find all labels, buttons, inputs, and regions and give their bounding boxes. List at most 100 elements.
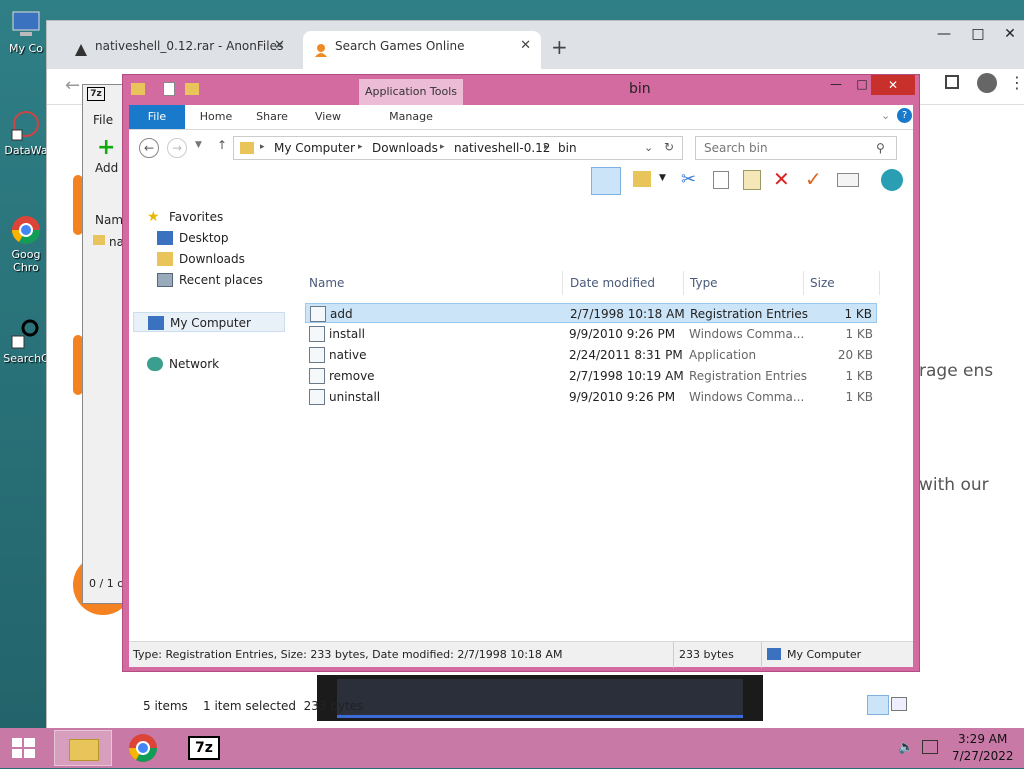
column-header-size[interactable]: Size [804, 271, 880, 295]
explorer-titlebar[interactable]: Application Tools bin — □ ✕ [123, 75, 919, 105]
close-window-button[interactable]: ✕ [871, 75, 915, 95]
details-view-icon[interactable] [867, 695, 889, 715]
file-row[interactable]: remove 2/7/1998 10:19 AM Registration En… [305, 366, 877, 386]
folder-icon [93, 235, 105, 245]
large-icons-view-icon[interactable] [891, 697, 907, 711]
help-icon[interactable]: ? [897, 108, 912, 123]
desktop-icon-label: DataWa [4, 144, 48, 157]
search-input[interactable]: Search bin [704, 141, 768, 155]
selection-info: 1 item selected 233 bytes [203, 699, 364, 713]
column-header-date[interactable]: Date modified [564, 271, 684, 295]
add-icon[interactable]: + [97, 135, 115, 160]
up-arrow-icon[interactable]: ↑ [217, 138, 227, 152]
column-header-name[interactable]: Name [303, 271, 563, 295]
context-tab-application-tools: Application Tools [359, 79, 463, 105]
nav-recent-places[interactable]: Recent places [157, 270, 263, 290]
sevenzip-menu-file[interactable]: File [93, 113, 113, 127]
chevron-right-icon: ▸ [358, 142, 363, 152]
ribbon-tab-share[interactable]: Share [247, 105, 297, 129]
sevenzip-add-label[interactable]: Add [95, 161, 118, 175]
profile-icon[interactable] [977, 73, 997, 93]
file-row[interactable]: add 2/7/1998 10:18 AM Registration Entri… [305, 303, 877, 323]
desktop-icon-my-computer[interactable]: My Co [2, 8, 50, 55]
paste-icon[interactable] [743, 170, 761, 190]
nav-desktop[interactable]: Desktop [157, 228, 229, 248]
file-name: native [329, 348, 367, 362]
file-row[interactable]: native 2/24/2011 8:31 PM Application 20 … [305, 345, 877, 365]
network-icon[interactable] [922, 740, 938, 754]
search-box[interactable]: Search bin ⚲ [695, 136, 897, 160]
preview-pane-icon[interactable] [591, 167, 621, 195]
breadcrumb-bin[interactable]: bin [558, 141, 577, 155]
file-date: 2/7/1998 10:19 AM [569, 369, 684, 383]
star-icon: ★ [147, 209, 160, 225]
nav-downloads[interactable]: Downloads [157, 249, 245, 269]
address-bar[interactable]: ▸ My Computer ▸ Downloads ▸ nativeshell-… [233, 136, 683, 160]
file-type: Application [689, 348, 757, 362]
file-row[interactable]: uninstall 9/9/2010 9:26 PM Windows Comma… [305, 387, 877, 407]
menu-dots-icon[interactable]: ⋮ [1009, 73, 1024, 92]
close-icon[interactable]: ✕ [520, 31, 531, 61]
clock-time[interactable]: 3:29 AM [958, 732, 1007, 746]
clock-date[interactable]: 7/27/2022 [952, 749, 1014, 763]
close-window-button[interactable]: ✕ [993, 21, 1024, 51]
file-row[interactable]: install 9/9/2010 9:26 PM Windows Comma..… [305, 324, 877, 344]
breadcrumb-my-computer[interactable]: My Computer [274, 141, 355, 155]
chrome-tab-search-games[interactable]: Search Games Online ✕ [303, 31, 541, 69]
maximize-button[interactable]: □ [961, 21, 995, 51]
globe-icon[interactable] [881, 169, 903, 191]
taskbar-chrome[interactable] [114, 730, 172, 766]
chrome-tabstrip: nativeshell_0.12.rar - AnonFiles ✕ Searc… [47, 21, 1024, 69]
desktop-icon-google-chrome[interactable]: Goog Chro [2, 214, 50, 274]
delete-icon[interactable]: ✕ [773, 167, 790, 191]
side-panel-icon[interactable] [945, 75, 959, 89]
taskbar-7zip[interactable]: 7z [176, 730, 234, 766]
file-size: 1 KB [844, 307, 872, 321]
copy-icon[interactable] [713, 171, 729, 189]
new-tab-button[interactable]: + [551, 35, 568, 59]
chevron-down-icon[interactable]: ▼ [659, 173, 666, 183]
desktop-icon-label: SearchC [3, 352, 49, 365]
properties-folder-icon[interactable] [633, 171, 651, 187]
search-icon[interactable]: ⚲ [876, 141, 885, 155]
nav-favorites[interactable]: ★ Favorites [147, 207, 223, 227]
chevron-down-icon[interactable]: ⌄ [644, 141, 653, 154]
minimize-button[interactable]: — [823, 77, 849, 97]
properties-icon[interactable] [163, 82, 175, 96]
new-folder-icon[interactable] [185, 83, 199, 95]
folder-icon [131, 83, 145, 95]
ribbon-tab-home[interactable]: Home [191, 105, 241, 129]
ribbon-tab-view[interactable]: View [303, 105, 353, 129]
window-title: bin [629, 81, 651, 97]
network-icon [147, 357, 163, 371]
close-icon[interactable]: ✕ [274, 31, 285, 61]
rename-icon[interactable] [837, 173, 859, 187]
desktop-icon-searchc[interactable]: SearchC [2, 318, 50, 365]
app-shortcut-icon [10, 318, 42, 350]
refresh-icon[interactable]: ↻ [664, 140, 674, 154]
column-header-type[interactable]: Type [684, 271, 804, 295]
breadcrumb-nativeshell[interactable]: nativeshell-0.12 [454, 141, 550, 155]
nav-label: My Computer [170, 316, 251, 330]
volume-muted-icon[interactable]: 🔈 [898, 740, 914, 755]
back-arrow-icon[interactable]: ← [65, 75, 80, 96]
desktop-icon-datawa[interactable]: DataWa [2, 110, 50, 157]
breadcrumb-downloads[interactable]: Downloads [372, 141, 438, 155]
back-button[interactable]: ← [139, 138, 159, 158]
checkmark-icon[interactable]: ✓ [805, 167, 822, 191]
forward-button[interactable]: → [167, 138, 187, 158]
chevron-down-icon[interactable]: ⌄ [881, 109, 890, 122]
start-button[interactable] [0, 730, 48, 766]
cut-icon[interactable]: ✂ [681, 169, 696, 190]
ribbon-tab-manage[interactable]: Manage [359, 105, 463, 129]
nav-my-computer[interactable]: My Computer [133, 312, 285, 332]
minimize-button[interactable]: — [927, 21, 961, 51]
recent-locations-icon[interactable]: ▼ [195, 140, 202, 150]
ribbon-tab-file[interactable]: File [129, 105, 185, 129]
video-thumbnail[interactable] [317, 675, 763, 721]
file-size: 1 KB [845, 390, 873, 404]
recent-places-icon [157, 273, 173, 287]
taskbar-explorer[interactable] [54, 730, 112, 766]
nav-network[interactable]: Network [147, 354, 219, 374]
chrome-tab-anonfiles[interactable]: nativeshell_0.12.rar - AnonFiles ✕ [63, 31, 295, 69]
